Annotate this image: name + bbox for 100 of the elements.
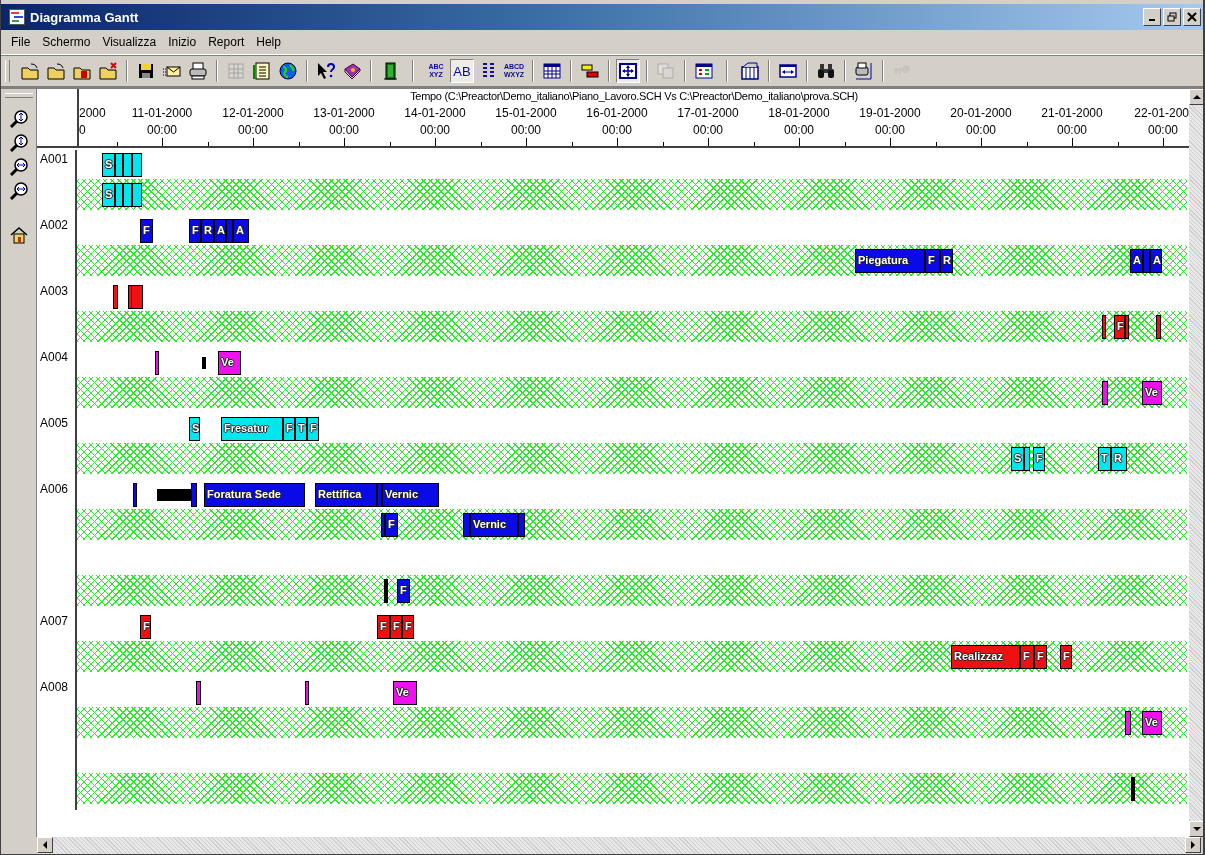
zoom-vertical-icon [8, 108, 29, 129]
date-label: 15-01-2000 [494, 106, 558, 120]
task-bar[interactable]: F [140, 219, 153, 243]
task-bar[interactable]: Piegatura [855, 249, 925, 273]
task-bar[interactable]: F [189, 219, 201, 243]
menu-item[interactable]: Visualizza [96, 33, 163, 51]
book-icon [342, 61, 362, 81]
task-bar[interactable]: F [925, 249, 940, 273]
date-label: 20-01-2000 [949, 106, 1013, 120]
task-bar[interactable] [1125, 711, 1131, 735]
task-bar[interactable]: F [402, 615, 414, 639]
task-bar[interactable]: A [1150, 249, 1162, 273]
scroll-down-button[interactable] [1189, 821, 1203, 837]
task-bar[interactable]: Foratura Sede [204, 483, 305, 507]
task-bar[interactable]: Ve [393, 681, 417, 705]
minimize-icon [1149, 19, 1155, 21]
horizontal-scrollbar[interactable] [37, 837, 1201, 854]
task-bar[interactable]: F [397, 579, 410, 603]
task-bar[interactable]: F [385, 513, 398, 537]
date-label: 17-01-2000 [676, 106, 740, 120]
task-bar[interactable]: F [377, 615, 390, 639]
task-bar[interactable]: F [1034, 645, 1047, 669]
task-bar[interactable] [305, 681, 309, 705]
task-bar[interactable] [123, 153, 132, 177]
date-label: 11-01-2000 [130, 106, 194, 120]
task-bar[interactable]: F [1060, 645, 1072, 669]
task-bar[interactable]: Realizzaz [951, 645, 1020, 669]
task-bar[interactable] [1024, 447, 1030, 471]
task-bar[interactable]: Ve [218, 351, 241, 375]
time-label: 00:00 [146, 123, 178, 137]
binoculars-icon [816, 61, 836, 81]
task-bar[interactable]: F [140, 615, 151, 639]
menu-item[interactable]: Inizio [162, 33, 203, 51]
app-icon [9, 9, 25, 25]
toolbar-button[interactable] [186, 59, 210, 83]
menu-item[interactable]: Schermo [36, 33, 97, 51]
task-bar[interactable] [115, 153, 123, 177]
task-bar[interactable] [115, 183, 123, 207]
minimize-button[interactable] [1143, 8, 1161, 26]
copy-icon [656, 61, 676, 81]
task-bar[interactable] [1102, 381, 1108, 405]
task-bar[interactable] [155, 351, 159, 375]
task-bar[interactable] [132, 183, 142, 207]
time-label: 00:00 [692, 123, 724, 137]
axis-title: Tempo (C:\Preactor\Demo_italiano\Piano_Lavoro.SCH Vs C:\Preactor\Demo_italiano\prova.SCH) [409, 90, 859, 102]
time-label: 00:00 [1147, 123, 1179, 137]
menu-item[interactable]: Report [202, 33, 251, 51]
toolbar-button[interactable] [276, 59, 300, 83]
date-label: 22-01-200 [1134, 106, 1189, 120]
task-bar[interactable]: A [233, 219, 249, 243]
restore-button[interactable] [1163, 8, 1181, 26]
date-label: 14-01-2000 [403, 106, 467, 120]
time-label: 00:00 [510, 123, 542, 137]
zoom-horizontal-icon [8, 180, 29, 201]
task-bar[interactable] [123, 183, 132, 207]
text-style-button[interactable]: AB [450, 59, 474, 83]
task-bar[interactable]: A [214, 219, 226, 243]
printer-icon [188, 61, 208, 81]
task-bar[interactable]: R [201, 219, 214, 243]
resource-label: A005 [40, 416, 69, 430]
task-bar[interactable]: Vernic [382, 483, 439, 507]
task-bar[interactable]: Ve [1142, 711, 1162, 735]
zoom-horizontal-icon [8, 156, 29, 177]
scroll-right-button[interactable] [1185, 837, 1201, 853]
task-bar[interactable] [132, 153, 142, 177]
resource-label: A004 [40, 350, 69, 364]
table-window-icon [542, 61, 562, 81]
scroll-left-button[interactable] [37, 837, 53, 853]
bars-icon [580, 61, 600, 81]
close-icon [1187, 12, 1197, 22]
toolbar-button[interactable] [616, 59, 640, 83]
menu-item[interactable]: File [5, 33, 37, 51]
task-bar[interactable]: R [940, 249, 953, 273]
time-label: 00:00 [328, 123, 360, 137]
time-label: 00:00 [601, 123, 633, 137]
date-label: 2000 [79, 106, 106, 120]
folder-icon [46, 61, 66, 81]
task-bar[interactable]: F [390, 615, 402, 639]
table-chart-icon [740, 61, 760, 81]
scroll-up-button[interactable] [1189, 89, 1203, 105]
date-label: 18-01-2000 [767, 106, 831, 120]
task-bar[interactable]: A [1130, 249, 1143, 273]
toolbar-button[interactable] [738, 59, 762, 83]
task-bar[interactable]: Ve [1142, 381, 1162, 405]
restore-icon [1167, 12, 1177, 22]
time-label: 00:00 [237, 123, 269, 137]
task-bar[interactable] [196, 681, 201, 705]
vertical-scrollbar[interactable] [1189, 89, 1203, 837]
task-bar[interactable]: F [1020, 645, 1034, 669]
task-bar[interactable]: Rettifica [315, 483, 377, 507]
menu-item[interactable]: Help [250, 33, 287, 51]
width-arrows-icon [778, 61, 798, 81]
close-button[interactable] [1183, 8, 1201, 26]
help-pointer-icon [316, 61, 336, 81]
task-bar[interactable]: Vernic [470, 513, 518, 537]
time-label: 00:00 [1056, 123, 1088, 137]
date-label: 16-01-2000 [585, 106, 649, 120]
zoom-vertical-icon [8, 132, 29, 153]
resource-label: A007 [40, 614, 69, 628]
grid-icon [226, 61, 246, 81]
